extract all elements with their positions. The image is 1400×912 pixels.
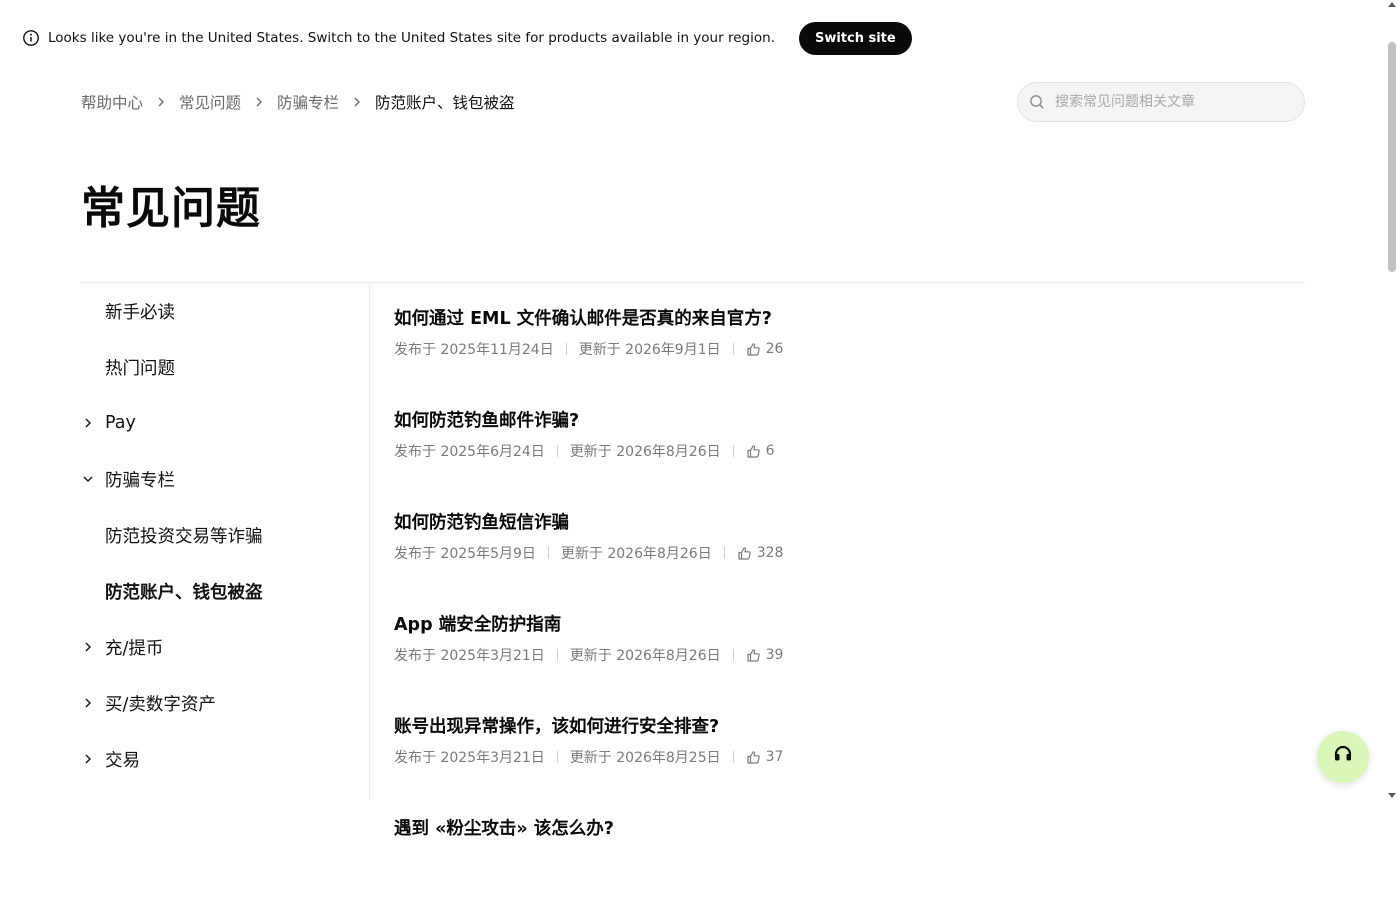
sidebar-item-label: 防骗专栏 <box>105 470 175 491</box>
chevron-right-icon <box>350 95 364 109</box>
scroll-down-arrow-icon[interactable] <box>1388 793 1396 798</box>
meta-divider <box>547 547 549 559</box>
search-box[interactable] <box>1017 82 1305 122</box>
sidebar-item-deposit-withdraw[interactable]: 充/提币 <box>81 619 369 675</box>
published-date: 发布于 2025年5月9日 <box>394 546 536 562</box>
article-list: 如何通过 EML 文件确认邮件是否真的来自官方? 发布于 2025年11月24日… <box>394 300 1294 912</box>
published-date: 发布于 2025年6月24日 <box>394 444 545 460</box>
info-icon <box>22 29 40 47</box>
sidebar-item-anti-fraud[interactable]: 防骗专栏 <box>81 451 369 507</box>
scroll-up-arrow-icon[interactable] <box>1388 2 1396 7</box>
meta-divider <box>732 343 734 355</box>
sidebar-item-label: 热门问题 <box>105 358 175 379</box>
like-count: 26 <box>765 341 784 357</box>
updated-date: 更新于 2026年8月25日 <box>569 750 721 766</box>
article-title-link[interactable]: 账号出现异常操作，该如何进行安全排查? <box>394 713 1294 738</box>
chevron-right-icon[interactable] <box>81 696 95 710</box>
list-item: 账号出现异常操作，该如何进行安全排查? 发布于 2025年3月21日 更新于 2… <box>394 713 1294 810</box>
thumbs-up-icon <box>746 750 761 765</box>
article-meta: 发布于 2025年5月9日 更新于 2026年8月26日 328 <box>394 543 1294 563</box>
published-date: 发布于 2025年3月21日 <box>394 648 545 664</box>
sidebar-item-label: 防范账户、钱包被盗 <box>105 582 263 603</box>
article-title-link[interactable]: App 端安全防护指南 <box>394 611 1294 636</box>
chevron-right-icon[interactable] <box>81 640 95 654</box>
thumbs-up-icon <box>746 648 761 663</box>
list-item: 如何防范钓鱼邮件诈骗? 发布于 2025年6月24日 更新于 2026年8月26… <box>394 407 1294 504</box>
thumbs-up-icon <box>737 546 752 561</box>
list-item: App 端安全防护指南 发布于 2025年3月21日 更新于 2026年8月26… <box>394 611 1294 708</box>
article-title-link[interactable]: 遇到 «粉尘攻击» 该怎么办? <box>394 815 1294 840</box>
sidebar-item-investment-fraud[interactable]: 防范投资交易等诈骗 <box>81 507 369 563</box>
chevron-right-icon[interactable] <box>81 752 95 766</box>
chevron-right-icon <box>154 95 168 109</box>
published-date: 发布于 2025年3月21日 <box>394 750 545 766</box>
banner-message: Looks like you're in the United States. … <box>48 30 775 46</box>
like-count: 328 <box>756 545 784 561</box>
list-item: 遇到 «粉尘攻击» 该怎么办? <box>394 815 1294 912</box>
meta-divider <box>556 751 558 763</box>
thumbs-up-icon <box>746 444 761 459</box>
meta-divider <box>556 445 558 457</box>
article-title-link[interactable]: 如何防范钓鱼邮件诈骗? <box>394 407 1294 432</box>
list-item: 如何通过 EML 文件确认邮件是否真的来自官方? 发布于 2025年11月24日… <box>394 305 1294 402</box>
updated-date: 更新于 2026年8月26日 <box>569 444 721 460</box>
meta-divider <box>556 649 558 661</box>
sidebar-item-label: 买/卖数字资产 <box>105 694 216 715</box>
chevron-right-icon <box>252 95 266 109</box>
breadcrumb-current: 防范账户、钱包被盗 <box>375 94 515 112</box>
meta-divider <box>732 445 734 457</box>
headset-icon <box>1332 744 1354 770</box>
sidebar-item-buy-sell[interactable]: 买/卖数字资产 <box>81 675 369 731</box>
breadcrumb-anti-fraud[interactable]: 防骗专栏 <box>277 91 339 113</box>
region-banner: Looks like you're in the United States. … <box>0 0 1384 76</box>
sidebar-divider <box>369 283 370 800</box>
sidebar-item-hot-topics[interactable]: 热门问题 <box>81 339 369 395</box>
article-title-link[interactable]: 如何通过 EML 文件确认邮件是否真的来自官方? <box>394 305 1294 330</box>
thumbs-up-icon <box>746 342 761 357</box>
meta-divider <box>565 343 567 355</box>
sidebar: 新手必读 热门问题 Pay 防骗专栏 防范投资交易等诈骗 防范账户、钱包被盗 充… <box>81 283 369 787</box>
article-meta: 发布于 2025年3月21日 更新于 2026年8月26日 39 <box>394 645 1294 665</box>
article-title-link[interactable]: 如何防范钓鱼短信诈骗 <box>394 509 1294 534</box>
page-title: 常见问题 <box>81 183 261 234</box>
search-icon <box>1029 94 1045 110</box>
like-count: 6 <box>765 443 775 459</box>
sidebar-item-label: 防范投资交易等诈骗 <box>105 526 263 547</box>
breadcrumb: 帮助中心 常见问题 防骗专栏 防范账户、钱包被盗 <box>81 88 515 116</box>
page-scrollbar[interactable] <box>1384 0 1400 800</box>
chevron-right-icon[interactable] <box>81 416 95 430</box>
switch-site-button[interactable]: Switch site <box>798 21 912 55</box>
article-meta: 发布于 2025年3月21日 更新于 2026年8月25日 37 <box>394 747 1294 767</box>
sidebar-item-label: 交易 <box>105 750 140 771</box>
list-item: 如何防范钓鱼短信诈骗 发布于 2025年5月9日 更新于 2026年8月26日 … <box>394 509 1294 606</box>
meta-divider <box>732 649 734 661</box>
sidebar-item-account-theft[interactable]: 防范账户、钱包被盗 <box>81 563 369 619</box>
sidebar-item-beginner[interactable]: 新手必读 <box>81 283 369 339</box>
support-chat-button[interactable] <box>1317 731 1369 783</box>
sidebar-item-pay[interactable]: Pay <box>81 395 369 451</box>
breadcrumb-help-center[interactable]: 帮助中心 <box>81 91 143 113</box>
breadcrumb-faq[interactable]: 常见问题 <box>179 91 241 113</box>
article-meta: 发布于 2025年11月24日 更新于 2026年9月1日 26 <box>394 339 1294 359</box>
sidebar-item-label: 充/提币 <box>105 638 164 659</box>
sidebar-item-label: Pay <box>105 413 136 433</box>
meta-divider <box>732 751 734 763</box>
sidebar-item-label: 新手必读 <box>105 302 175 323</box>
updated-date: 更新于 2026年8月26日 <box>569 648 721 664</box>
scrollbar-thumb[interactable] <box>1388 42 1396 272</box>
meta-divider <box>723 547 725 559</box>
sidebar-item-trading[interactable]: 交易 <box>81 731 369 787</box>
chevron-down-icon[interactable] <box>81 472 95 486</box>
updated-date: 更新于 2026年9月1日 <box>578 342 721 358</box>
published-date: 发布于 2025年11月24日 <box>394 342 554 358</box>
like-count: 37 <box>765 749 784 765</box>
article-meta: 发布于 2025年6月24日 更新于 2026年8月26日 6 <box>394 441 1294 461</box>
updated-date: 更新于 2026年8月26日 <box>560 546 712 562</box>
search-input[interactable] <box>1053 93 1283 111</box>
like-count: 39 <box>765 647 784 663</box>
